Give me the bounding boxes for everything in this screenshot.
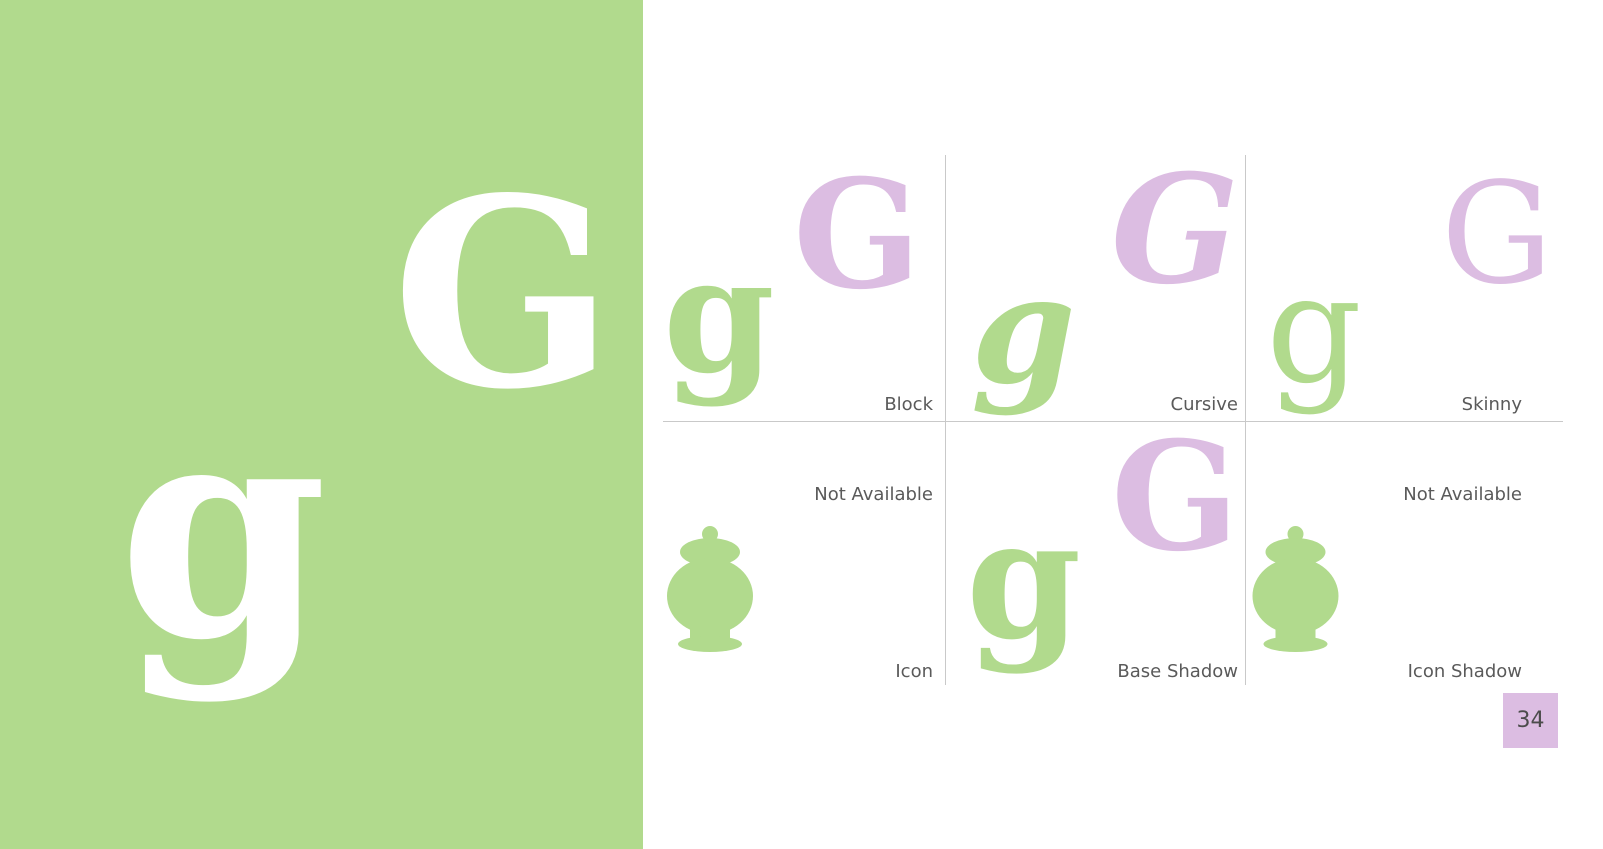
skinny-uppercase-glyph: G bbox=[1441, 153, 1553, 316]
variant-grid: G g Block G g Cursive G g Skinny Not Ava… bbox=[663, 155, 1563, 685]
block-uppercase-glyph: G bbox=[793, 147, 922, 323]
jar-icon bbox=[1252, 526, 1339, 652]
feature-uppercase-glyph: G bbox=[392, 142, 615, 447]
variant-block: G g Block bbox=[663, 155, 945, 419]
skinny-lowercase-glyph: g bbox=[1266, 243, 1363, 417]
variant-icon: Not Available Icon bbox=[663, 422, 945, 686]
cursive-lowercase-glyph: g bbox=[971, 242, 1076, 418]
feature-lowercase-glyph: g bbox=[118, 353, 328, 706]
availability-status: Not Available bbox=[1403, 484, 1522, 505]
variant-icon-shadow: Not Available Icon Shadow bbox=[1246, 422, 1546, 686]
variant-label: Block bbox=[884, 394, 933, 415]
variant-label: Icon Shadow bbox=[1407, 661, 1522, 682]
variant-label: Base Shadow bbox=[1117, 661, 1238, 682]
variant-skinny: G g Skinny bbox=[1246, 155, 1553, 419]
page-number: 34 bbox=[1503, 693, 1558, 748]
feature-panel: G g bbox=[0, 0, 643, 849]
block-lowercase-glyph: g bbox=[663, 221, 775, 409]
cursive-uppercase-glyph: G bbox=[1111, 142, 1240, 318]
variant-label: Icon bbox=[895, 661, 933, 682]
base-shadow-lowercase-glyph: g bbox=[966, 482, 1082, 676]
availability-status: Not Available bbox=[814, 484, 933, 505]
variant-cursive: G g Cursive bbox=[946, 155, 1246, 419]
jar-icon bbox=[667, 526, 753, 652]
variant-label: Skinny bbox=[1461, 394, 1522, 415]
variant-base-shadow: G g Base Shadow bbox=[946, 422, 1246, 686]
base-shadow-uppercase-glyph: G bbox=[1111, 409, 1240, 585]
